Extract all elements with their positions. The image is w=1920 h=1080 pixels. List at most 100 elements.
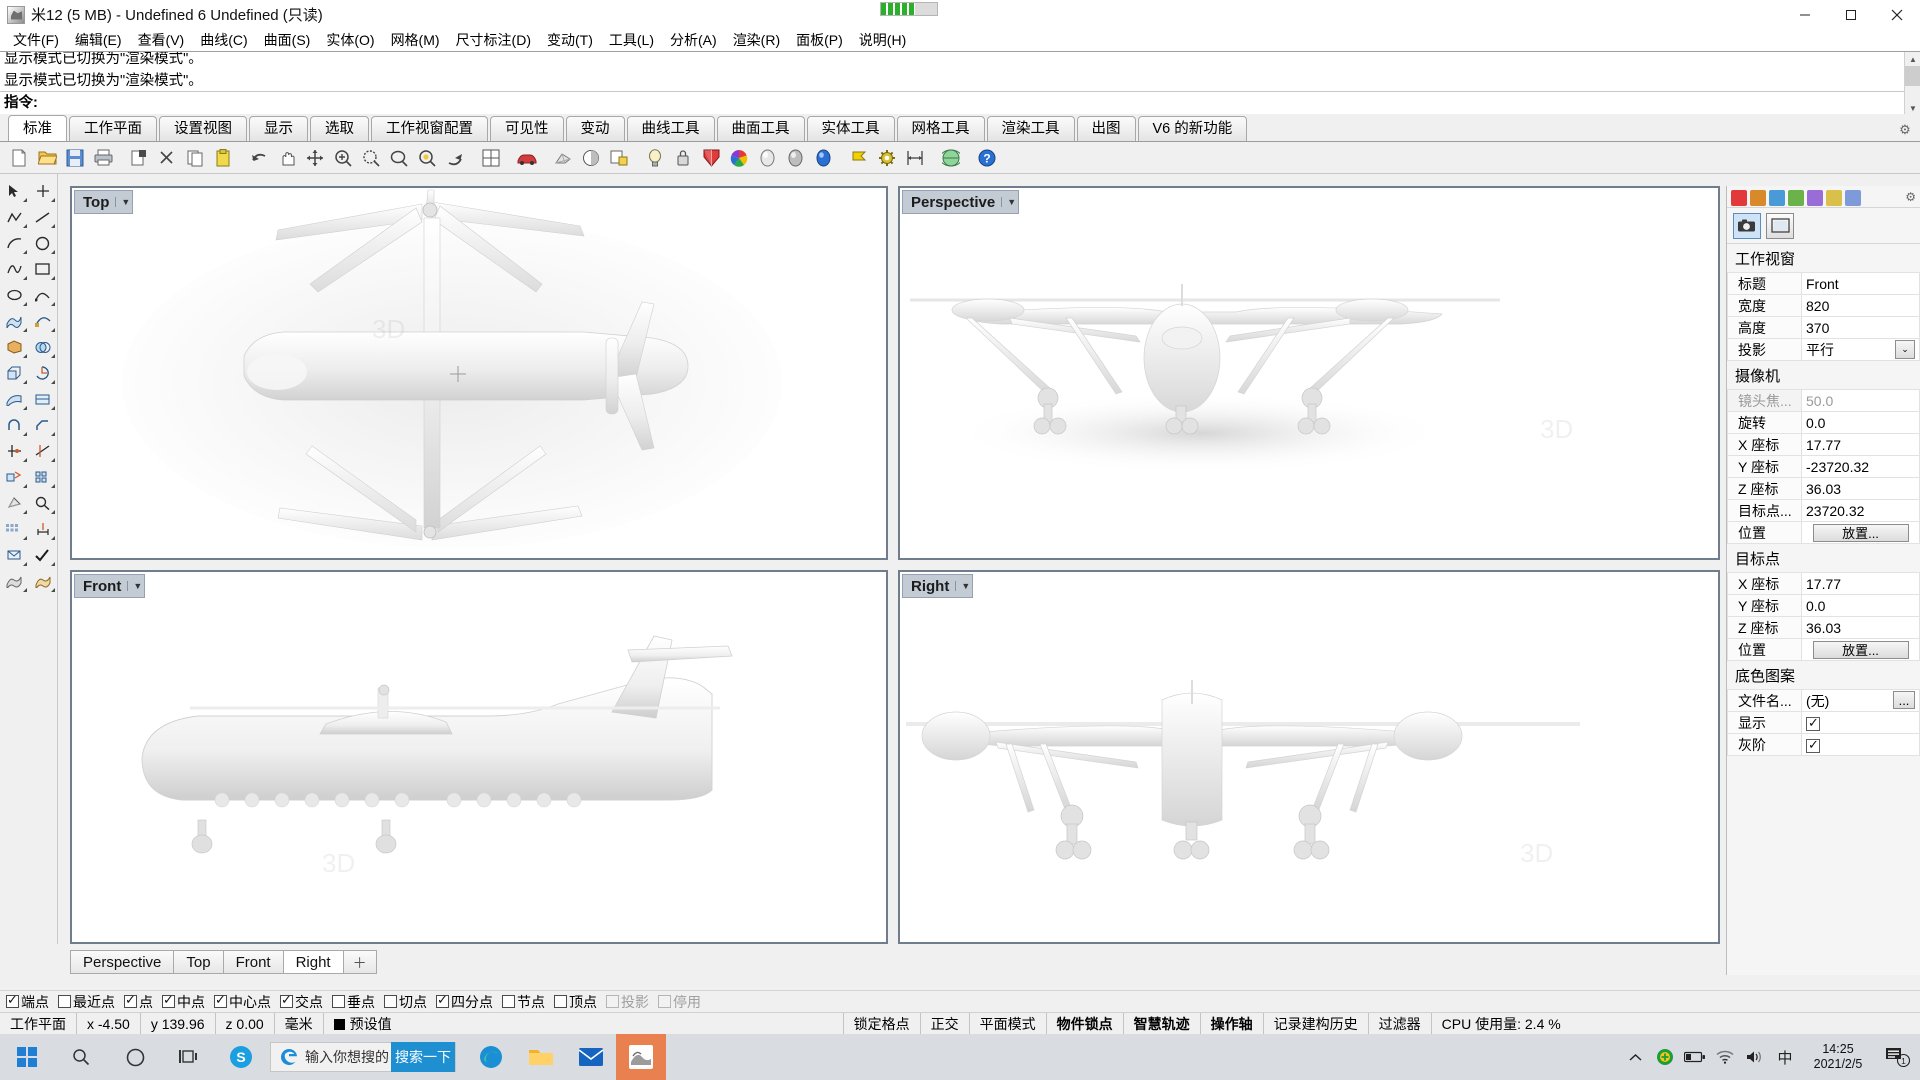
ribbon-tab-9[interactable]: 曲线工具 bbox=[626, 116, 715, 141]
viewport-top-canvas[interactable]: 3D bbox=[72, 188, 886, 558]
status-left-3[interactable]: y 139.96 bbox=[141, 1012, 216, 1035]
cut-copy-icon[interactable] bbox=[126, 145, 152, 171]
ellipse-icon[interactable] bbox=[0, 282, 29, 308]
ribbon-tab-2[interactable]: 工作平面 bbox=[69, 116, 157, 141]
split-icon[interactable] bbox=[29, 438, 58, 464]
analyze-icon[interactable] bbox=[29, 490, 58, 516]
menu-item-5[interactable]: 曲面(S) bbox=[256, 29, 319, 51]
sphere-blue-icon[interactable] bbox=[810, 145, 836, 171]
ribbon-tab-6[interactable]: 工作视窗配置 bbox=[371, 116, 488, 141]
polyline-icon[interactable] bbox=[0, 204, 29, 230]
osnap-5[interactable]: 中心点 bbox=[214, 992, 271, 1012]
osnap-3[interactable]: 点 bbox=[124, 992, 153, 1012]
osnap-8[interactable]: 切点 bbox=[384, 992, 427, 1012]
globe-icon[interactable] bbox=[938, 145, 964, 171]
render-mode-icon[interactable] bbox=[29, 568, 58, 594]
menu-item-7[interactable]: 网格(M) bbox=[383, 29, 448, 51]
patch-icon[interactable] bbox=[29, 386, 58, 412]
trim-icon[interactable] bbox=[0, 438, 29, 464]
start-button[interactable] bbox=[0, 1034, 54, 1080]
taskbar-search-icon[interactable] bbox=[54, 1034, 108, 1080]
four-viewport-icon[interactable] bbox=[478, 145, 504, 171]
task-view-icon[interactable] bbox=[162, 1034, 216, 1080]
object-properties-icon[interactable] bbox=[1731, 190, 1747, 206]
render-icon[interactable] bbox=[514, 145, 540, 171]
menu-item-9[interactable]: 变动(T) bbox=[539, 29, 601, 51]
status-right-7[interactable]: 记录建构历史 bbox=[1264, 1012, 1369, 1035]
osnap-checkbox[interactable] bbox=[124, 992, 137, 1008]
menu-item-12[interactable]: 渲染(R) bbox=[725, 29, 788, 51]
properties-value[interactable]: 17.77 bbox=[1801, 433, 1920, 456]
status-layer[interactable]: 预设值 bbox=[324, 1012, 844, 1035]
edge-app-icon[interactable] bbox=[466, 1034, 516, 1080]
sphere-gray-icon[interactable] bbox=[754, 145, 780, 171]
light-bulb-icon[interactable] bbox=[642, 145, 668, 171]
properties-value[interactable]: 50.0 bbox=[1801, 389, 1920, 412]
osnap-checkbox[interactable] bbox=[554, 995, 567, 1008]
revolve-icon[interactable] bbox=[29, 360, 58, 386]
ime-icon[interactable]: 中 bbox=[1770, 1034, 1800, 1080]
status-right-6[interactable]: 操作轴 bbox=[1201, 1012, 1264, 1035]
battery-icon[interactable] bbox=[1680, 1034, 1710, 1080]
ribbon-tab-4[interactable]: 显示 bbox=[249, 116, 308, 141]
gear-options-icon[interactable] bbox=[874, 145, 900, 171]
minimize-button[interactable] bbox=[1782, 0, 1828, 29]
ribbon-tab-10[interactable]: 曲面工具 bbox=[716, 116, 805, 141]
command-scrollbar[interactable]: ▲ ▼ bbox=[1904, 52, 1920, 115]
viewport-perspective[interactable]: 3D Perspective ▼ bbox=[898, 186, 1720, 560]
menu-item-2[interactable]: 编辑(E) bbox=[67, 29, 130, 51]
light-properties-icon[interactable] bbox=[1769, 190, 1785, 206]
ribbon-tab-13[interactable]: 渲染工具 bbox=[986, 116, 1075, 141]
menu-item-14[interactable]: 说明(H) bbox=[851, 29, 914, 51]
layer-icon[interactable] bbox=[0, 542, 29, 568]
menu-item-3[interactable]: 查看(V) bbox=[130, 29, 193, 51]
status-right-1[interactable]: 锁定格点 bbox=[844, 1012, 921, 1035]
properties-value[interactable]: 17.77 bbox=[1801, 572, 1920, 595]
properties-value[interactable]: 0.0 bbox=[1801, 411, 1920, 434]
freeform-icon[interactable] bbox=[29, 282, 58, 308]
point-icon[interactable] bbox=[29, 178, 58, 204]
properties-gear-icon[interactable]: ⚙ bbox=[1905, 190, 1916, 204]
undo-icon[interactable] bbox=[246, 145, 272, 171]
status-right-9[interactable]: CPU 使用量: 2.4 % bbox=[1432, 1013, 1571, 1035]
help-icon[interactable]: ? bbox=[974, 145, 1000, 171]
osnap-checkbox[interactable] bbox=[384, 995, 397, 1008]
properties-value[interactable]: 36.03 bbox=[1801, 616, 1920, 639]
osnap-6[interactable]: 交点 bbox=[280, 992, 323, 1012]
curve-icon[interactable] bbox=[0, 256, 29, 282]
mail-app-icon[interactable] bbox=[566, 1034, 616, 1080]
osnap-checkbox[interactable] bbox=[6, 992, 19, 1008]
line-icon[interactable] bbox=[29, 204, 58, 230]
properties-value[interactable]: 820 bbox=[1801, 294, 1920, 317]
rotate-view-icon[interactable] bbox=[442, 145, 468, 171]
sphere-shade-icon[interactable] bbox=[782, 145, 808, 171]
add-viewport-tab-button[interactable]: ＋ bbox=[342, 950, 377, 974]
properties-value[interactable]: 370 bbox=[1801, 316, 1920, 339]
close-button[interactable] bbox=[1874, 0, 1920, 29]
scrollbar-thumb[interactable] bbox=[1905, 66, 1920, 86]
check-icon[interactable] bbox=[29, 542, 58, 568]
ribbon-tab-8[interactable]: 变动 bbox=[565, 116, 625, 141]
osnap-checkbox[interactable] bbox=[58, 995, 71, 1008]
status-right-8[interactable]: 过滤器 bbox=[1369, 1012, 1432, 1035]
menu-item-4[interactable]: 曲线(C) bbox=[192, 29, 255, 51]
taskbar-clock[interactable]: 14:25 2021/2/5 bbox=[1800, 1042, 1876, 1072]
notification-center-icon[interactable]: 1 bbox=[1876, 1034, 1920, 1080]
measure-icon[interactable] bbox=[29, 516, 58, 542]
ribbon-tab-11[interactable]: 实体工具 bbox=[806, 116, 895, 141]
skype-app-icon[interactable]: S bbox=[216, 1034, 266, 1080]
maximize-button[interactable] bbox=[1828, 0, 1874, 29]
open-file-icon[interactable] bbox=[34, 145, 60, 171]
menu-item-10[interactable]: 工具(L) bbox=[601, 29, 662, 51]
folder-properties-icon[interactable] bbox=[1826, 190, 1842, 206]
zoom-target-icon[interactable] bbox=[414, 145, 440, 171]
status-left-4[interactable]: z 0.00 bbox=[216, 1012, 275, 1035]
status-left-2[interactable]: x -4.50 bbox=[77, 1012, 141, 1035]
rectangle-icon[interactable] bbox=[29, 256, 58, 282]
explorer-app-icon[interactable] bbox=[516, 1034, 566, 1080]
array-icon[interactable] bbox=[29, 464, 58, 490]
command-history[interactable]: 显示模式已切换为"渲染模式"。 显示模式已切换为"渲染模式"。 bbox=[0, 52, 1904, 92]
extrude-icon[interactable] bbox=[0, 360, 29, 386]
fillet-icon[interactable] bbox=[0, 412, 29, 438]
ribbon-tab-1[interactable]: 标准 bbox=[8, 115, 67, 141]
